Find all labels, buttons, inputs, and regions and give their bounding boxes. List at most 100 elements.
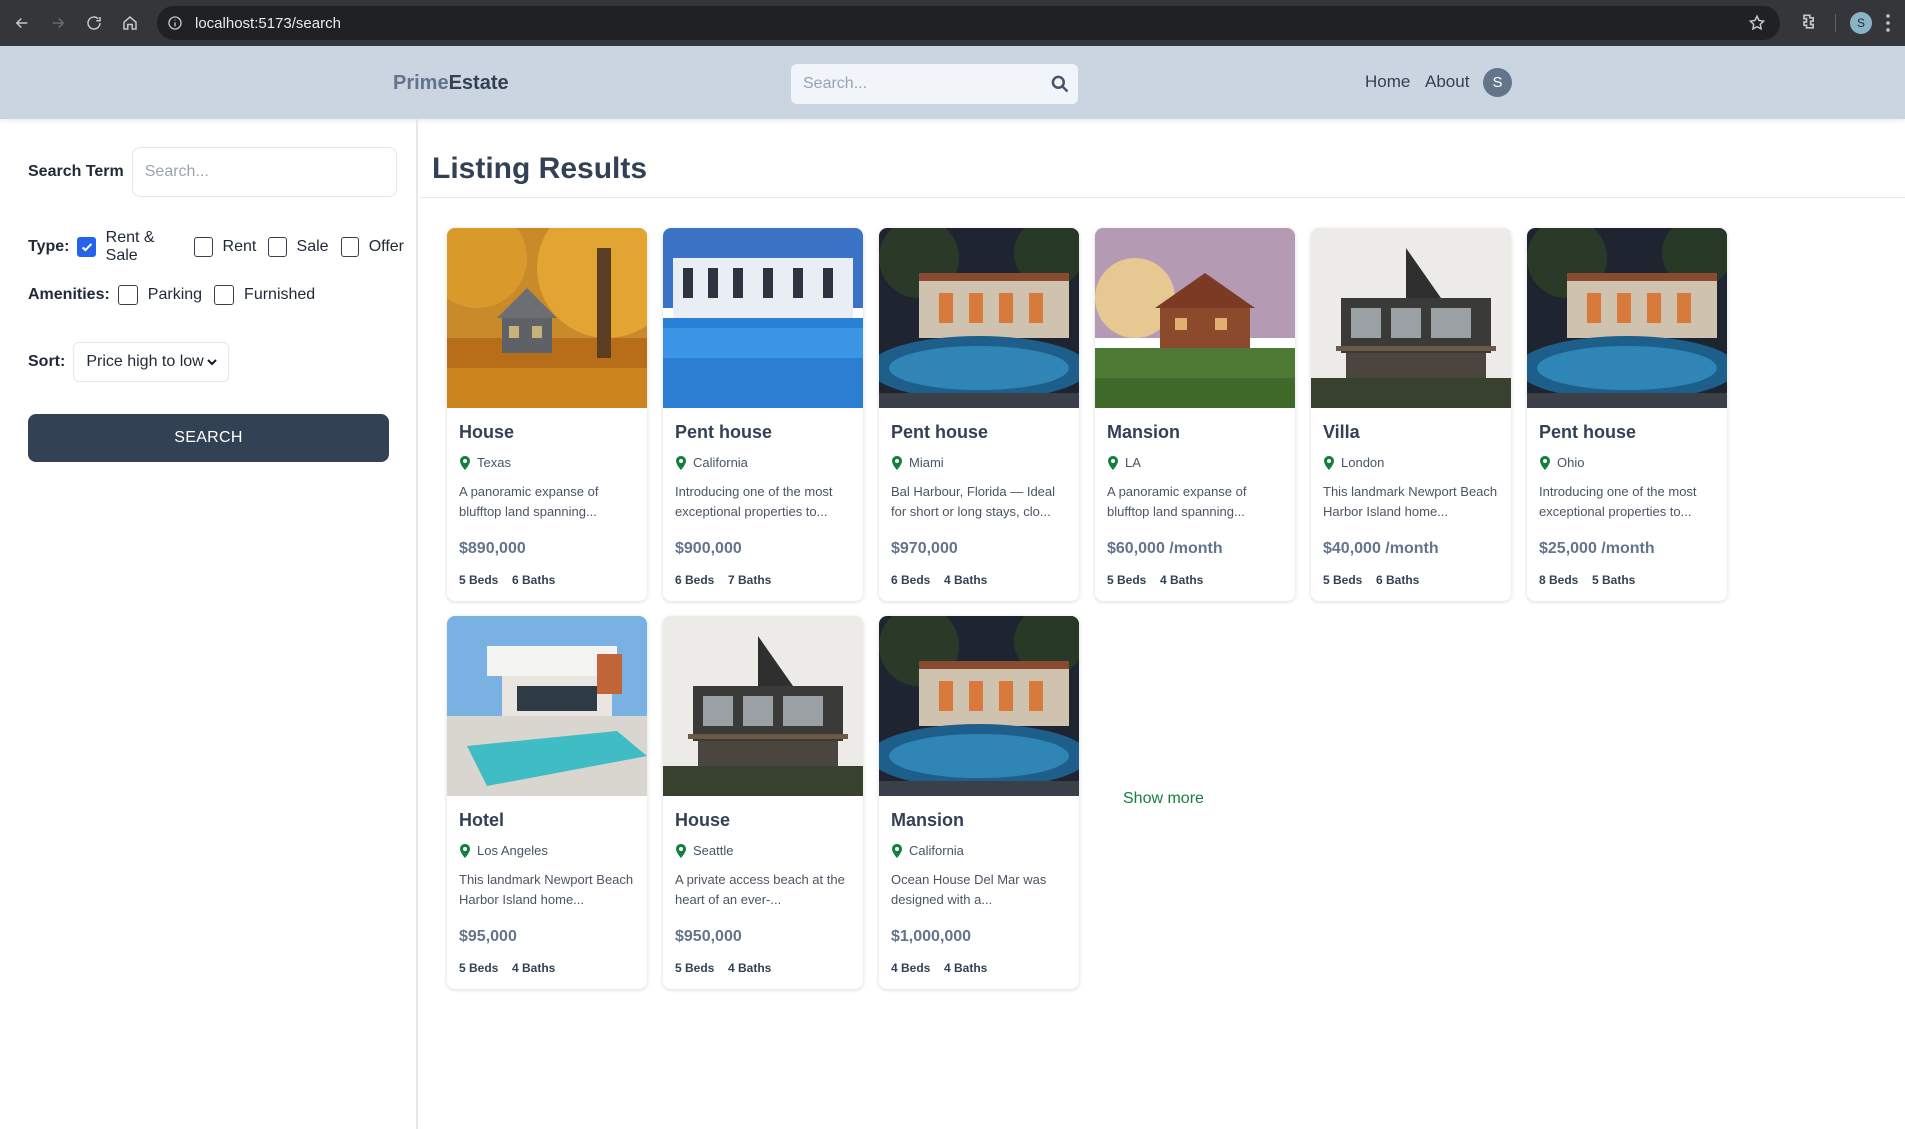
url-text[interactable]: localhost:5173/search [195,15,341,32]
location-pin-icon [1108,455,1118,470]
results-panel: Listing Results House Texas A panoramic ex… [420,119,1905,1129]
sort-select[interactable]: Price high to low [73,342,230,382]
site-info-icon[interactable] [167,15,183,31]
location-pin-icon [892,843,902,858]
location-pin-icon [1324,455,1334,470]
listing-price: $950,000 [675,928,742,945]
listing-beds: 5 Beds [459,573,499,587]
listing-card[interactable]: Mansion LA A panoramic expanse of blufftop… [1095,228,1295,601]
listing-image[interactable] [1527,228,1727,408]
listing-baths: 5 Baths [1592,573,1636,587]
listing-location: Miami [891,455,944,470]
listing-card[interactable]: Pent house Miami Bal Harbour, Florida — Id… [879,228,1079,601]
listing-title: Mansion [891,810,965,830]
listing-description: Bal Harbour, Florida — Ideal for short o… [891,484,1056,519]
listing-description: Ocean House Del Mar was designed with a.… [891,872,1047,907]
listing-beds: 5 Beds [1323,573,1363,587]
listing-baths: 4 Baths [944,961,988,975]
listing-image[interactable] [663,228,863,408]
listing-image[interactable] [1311,228,1511,408]
listing-card[interactable]: House Seattle A private access beach at th… [663,616,863,989]
listing-price: $970,000 [891,540,958,557]
listing-baths: 6 Baths [1376,573,1420,587]
checkbox-offer[interactable] [340,237,359,257]
listing-image[interactable] [1095,228,1295,408]
show-more-link[interactable]: Show more [1123,790,1204,808]
forward-icon[interactable] [40,5,76,41]
logo[interactable]: PrimeEstate [393,72,509,95]
header-search [791,64,1078,104]
extensions-icon[interactable] [1799,12,1819,32]
listing-card[interactable]: Mansion California Ocean House Del Mar was… [879,616,1079,989]
address-bar[interactable]: localhost:5173/search [157,6,1780,40]
listing-baths: 4 Baths [512,961,556,975]
parking-label: Parking [147,286,203,303]
listing-price: $95,000 [459,928,517,945]
checkbox-rent-and-sale[interactable] [77,237,96,257]
listing-location-text: Seattle [693,843,734,858]
checkbox-parking[interactable] [117,285,138,305]
avatar[interactable]: S [1483,68,1512,97]
listing-card[interactable]: Pent house California Introducing one of t… [663,228,863,601]
search-button[interactable]: SEARCH [28,414,389,462]
search-term-label: Search Term [28,163,124,180]
type-label: Type: [28,238,70,255]
kebab-menu-icon[interactable] [1885,13,1891,33]
listing-image[interactable] [447,616,647,796]
checkbox-furnished[interactable] [214,285,235,305]
listing-card[interactable]: Villa London This landmark Newport Beach H… [1311,228,1511,601]
rent-label: Rent [222,238,257,255]
listing-price: $25,000 /month [1539,540,1655,557]
search-icon[interactable] [1050,74,1070,94]
listing-image[interactable] [879,228,1079,408]
listing-image[interactable] [879,616,1079,796]
listing-description: This landmark Newport Beach Harbor Islan… [1323,484,1498,519]
browser-toolbar: localhost:5173/search S [0,0,1905,46]
listing-description: A private access beach at the heart of a… [675,872,845,907]
location-pin-icon [460,843,470,858]
listing-baths: 4 Baths [728,961,772,975]
sort-row: Sort: Price high to low [28,342,230,382]
header-search-input[interactable] [803,75,1043,93]
rent-and-sale-label: Rent & Sale [105,229,155,264]
listing-price: $890,000 [459,540,526,557]
location-pin-icon [676,455,686,470]
listing-beds: 5 Beds [675,961,715,975]
reload-icon[interactable] [76,5,112,41]
offer-label: Offer [368,238,404,255]
home-icon[interactable] [112,5,148,41]
listing-title: Villa [1323,422,1360,442]
checkbox-sale[interactable] [268,237,287,257]
listing-card[interactable]: House Texas A panoramic expanse of bluffto… [447,228,647,601]
sort-value: Price high to low [86,353,204,370]
listing-location-text: London [1341,455,1385,470]
search-term-input[interactable] [131,147,397,197]
back-icon[interactable] [4,5,40,41]
bookmark-star-icon[interactable] [1748,14,1766,32]
listing-location-text: California [693,455,748,470]
listing-description: Introducing one of the most exceptional … [1539,484,1697,519]
checkbox-rent[interactable] [194,237,213,257]
listing-location: Seattle [675,843,733,858]
filter-sidebar: Search Term Type: Rent & Sale Rent Sale … [0,119,418,1129]
listing-price: $1,000,000 [891,928,972,945]
app-header: PrimeEstate Home About S [0,46,1905,119]
listing-title: Mansion [1107,422,1181,442]
listing-location: California [675,455,748,470]
listing-location: Ohio [1539,455,1584,470]
nav-about[interactable]: About [1425,72,1469,92]
browser-profile-avatar[interactable]: S [1850,12,1872,34]
listing-location: Los Angeles [459,843,548,858]
listing-beds: 5 Beds [459,961,499,975]
listing-beds: 8 Beds [1539,573,1579,587]
listing-location-text: Los Angeles [477,843,548,858]
listing-beds: 5 Beds [1107,573,1147,587]
listing-image[interactable] [663,616,863,796]
listing-card[interactable]: Pent house Ohio Introducing one of the mos… [1527,228,1727,601]
chevron-down-icon [207,359,218,366]
listing-card[interactable]: Hotel Los Angeles This landmark Newport Be… [447,616,647,989]
type-row: Type: Rent & Sale Rent Sale Offer [28,229,416,265]
nav-home[interactable]: Home [1365,72,1410,92]
listing-image[interactable] [447,228,647,408]
listing-location-text: Texas [477,455,511,470]
